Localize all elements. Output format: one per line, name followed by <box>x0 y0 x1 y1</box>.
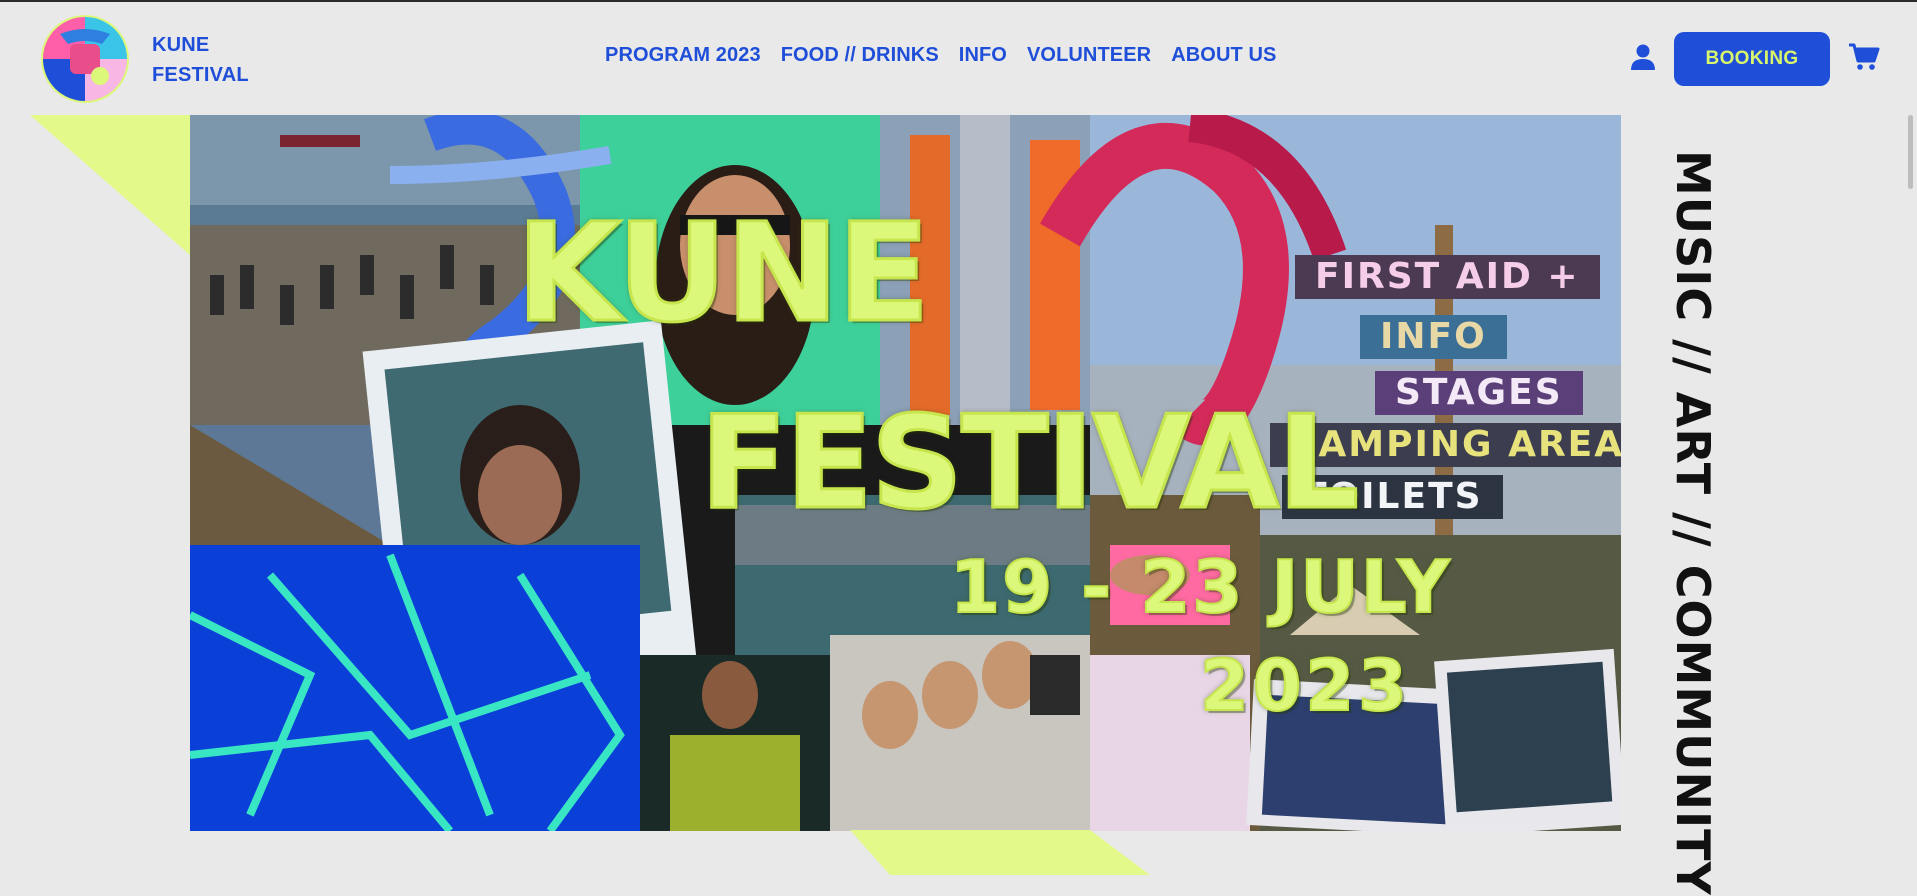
hero-title-line-1: KUNE <box>514 194 931 355</box>
main-nav: PROGRAM 2023 FOOD // DRINKS INFO VOLUNTE… <box>605 44 1276 67</box>
decorative-triangle-top <box>30 115 190 255</box>
vertical-tagline: MUSIC // ART // COMMUNITY <box>1660 150 1720 896</box>
hero-dates: 19 - 23 JULY <box>949 544 1452 630</box>
sign-stages: STAGES <box>1375 371 1583 415</box>
site-header: KUNE FESTIVAL PROGRAM 2023 FOOD // DRINK… <box>0 2 1917 114</box>
brand-name[interactable]: KUNE FESTIVAL <box>152 30 249 90</box>
sign-info: INFO <box>1360 315 1507 359</box>
page-scrollbar[interactable] <box>1908 115 1913 189</box>
hero-collage: FIRST AID + INFO STAGES CAMPING AREA TOI… <box>190 115 1621 831</box>
user-icon[interactable] <box>1628 42 1658 72</box>
nav-program[interactable]: PROGRAM 2023 <box>605 44 761 67</box>
brand-line-1: KUNE <box>152 34 210 56</box>
shopping-cart-icon[interactable] <box>1848 42 1880 72</box>
nav-food-drinks[interactable]: FOOD // DRINKS <box>781 44 939 67</box>
nav-info[interactable]: INFO <box>959 44 1007 67</box>
tagline-text: MUSIC // ART // COMMUNITY <box>1666 150 1720 896</box>
hero-title-line-2: FESTIVAL <box>699 388 1361 540</box>
decorative-triangle-bottom <box>850 830 1150 875</box>
nav-volunteer[interactable]: VOLUNTEER <box>1027 44 1151 67</box>
hero-year: 2023 <box>1199 644 1411 728</box>
nav-about-us[interactable]: ABOUT US <box>1171 44 1276 67</box>
kune-logo[interactable] <box>40 14 130 104</box>
sign-first-aid: FIRST AID + <box>1295 255 1600 299</box>
booking-button[interactable]: BOOKING <box>1674 32 1830 86</box>
brand-line-2: FESTIVAL <box>152 64 249 86</box>
